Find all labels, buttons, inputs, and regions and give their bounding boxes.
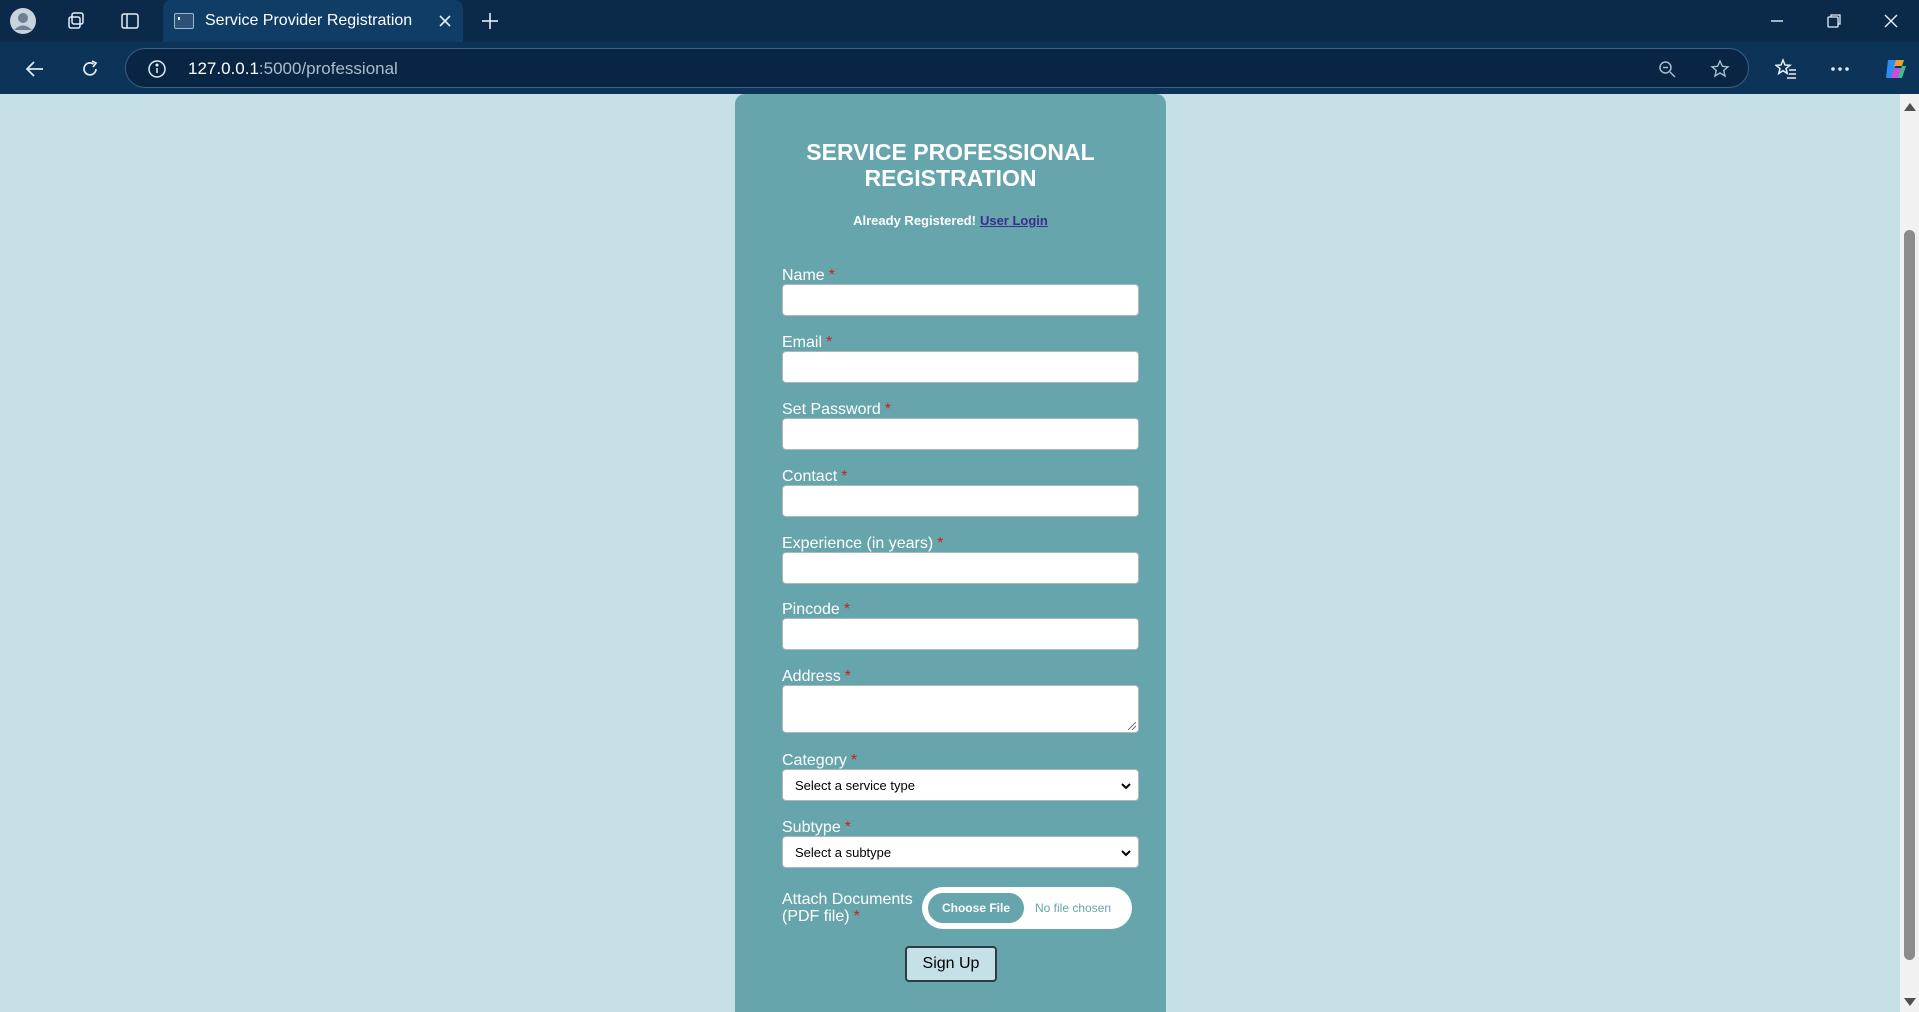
name-label: Name * [782, 267, 835, 285]
url-path: :5000/professional [258, 59, 398, 78]
contact-input[interactable] [782, 485, 1139, 517]
scroll-thumb[interactable] [1904, 230, 1915, 960]
required-mark: * [884, 401, 891, 418]
registration-card: SERVICE PROFESSIONAL REGISTRATION Alread… [735, 94, 1166, 1012]
contact-label: Contact * [782, 468, 847, 486]
minimize-icon[interactable] [1765, 9, 1789, 33]
tab-title: Service Provider Registration [205, 12, 413, 29]
address-bar[interactable]: 127.0.0.1:5000/professional [125, 48, 1749, 88]
required-mark: * [841, 468, 848, 485]
required-mark: * [844, 819, 851, 836]
attach-label-line1: Attach Documents [782, 891, 913, 908]
refresh-icon[interactable] [77, 56, 103, 82]
experience-label-text: Experience (in years) [782, 535, 934, 552]
contact-label-text: Contact [782, 468, 838, 485]
file-input[interactable]: Choose File No file chosen [922, 887, 1132, 929]
restore-icon[interactable] [1822, 9, 1846, 33]
choose-file-button[interactable]: Choose File [928, 893, 1024, 923]
email-label-text: Email [782, 334, 823, 351]
name-label-text: Name [782, 267, 825, 284]
category-label-text: Category [782, 752, 847, 769]
active-tab[interactable]: Service Provider Registration [163, 0, 463, 42]
pincode-label-text: Pincode [782, 601, 840, 618]
attach-label-line2: (PDF file) [782, 908, 850, 925]
close-window-icon[interactable] [1879, 9, 1903, 33]
subtype-label-text: Subtype [782, 819, 841, 836]
required-mark: * [853, 908, 860, 925]
subtype-select[interactable]: Select a subtype [782, 836, 1139, 868]
password-input[interactable] [782, 418, 1139, 450]
required-mark: * [828, 267, 835, 284]
workspaces-icon[interactable] [64, 9, 88, 33]
sign-up-button[interactable]: Sign Up [905, 946, 997, 982]
password-label-text: Set Password [782, 401, 881, 418]
back-icon[interactable] [22, 56, 48, 82]
password-label: Set Password * [782, 401, 891, 419]
pincode-input[interactable] [782, 618, 1139, 650]
already-registered-text: Already Registered! [853, 213, 976, 228]
terminal-favicon-icon [174, 13, 194, 29]
category-select[interactable]: Select a service type [782, 769, 1139, 801]
more-options-icon[interactable] [1826, 55, 1854, 83]
required-mark: * [937, 535, 944, 552]
tab-actions-icon[interactable] [118, 9, 142, 33]
experience-input[interactable] [782, 552, 1139, 584]
profile-avatar-icon[interactable] [9, 7, 37, 35]
url-text: 127.0.0.1:5000/professional [188, 59, 398, 79]
email-input[interactable] [782, 351, 1139, 383]
favorites-icon[interactable] [1772, 55, 1800, 83]
address-label-text: Address [782, 668, 841, 685]
subtype-selected-value: Select a subtype [795, 845, 892, 860]
browser-tab-bar: Service Provider Registration [0, 0, 1919, 42]
scroll-up-icon[interactable] [1904, 103, 1916, 111]
required-mark: * [850, 752, 858, 769]
chevron-down-icon [1121, 850, 1131, 857]
site-info-icon[interactable] [147, 59, 167, 79]
required-mark: * [826, 334, 833, 351]
address-label: Address * [782, 668, 851, 686]
zoom-out-icon[interactable] [1656, 58, 1678, 80]
email-label: Email * [782, 334, 832, 352]
resize-grip-icon[interactable] [1128, 722, 1136, 730]
no-file-text: No file chosen [1035, 901, 1112, 915]
new-tab-icon[interactable] [478, 9, 502, 33]
required-mark: * [844, 668, 851, 685]
already-registered: Already Registered! User Login [735, 213, 1166, 228]
browser-toolbar: 127.0.0.1:5000/professional [0, 42, 1919, 94]
experience-label: Experience (in years) * [782, 535, 943, 553]
category-label: Category * [782, 752, 857, 770]
attach-documents-label: Attach Documents (PDF file) * [782, 891, 922, 925]
required-mark: * [843, 601, 851, 618]
category-selected-value: Select a service type [795, 778, 915, 793]
pincode-label: Pincode * [782, 601, 850, 619]
copilot-icon[interactable] [1880, 54, 1910, 84]
page-scrollbar[interactable] [1900, 94, 1919, 1012]
page-title: SERVICE PROFESSIONAL REGISTRATION [806, 139, 1095, 191]
user-login-link[interactable]: User Login [980, 213, 1048, 228]
favorite-star-icon[interactable] [1708, 57, 1732, 81]
subtype-label: Subtype * [782, 819, 851, 837]
name-input[interactable] [782, 284, 1139, 316]
chevron-down-icon [1121, 783, 1131, 790]
scroll-down-icon[interactable] [1904, 998, 1916, 1006]
url-host: 127.0.0.1 [188, 59, 259, 78]
address-textarea[interactable] [782, 685, 1139, 733]
close-tab-icon[interactable] [433, 9, 457, 33]
